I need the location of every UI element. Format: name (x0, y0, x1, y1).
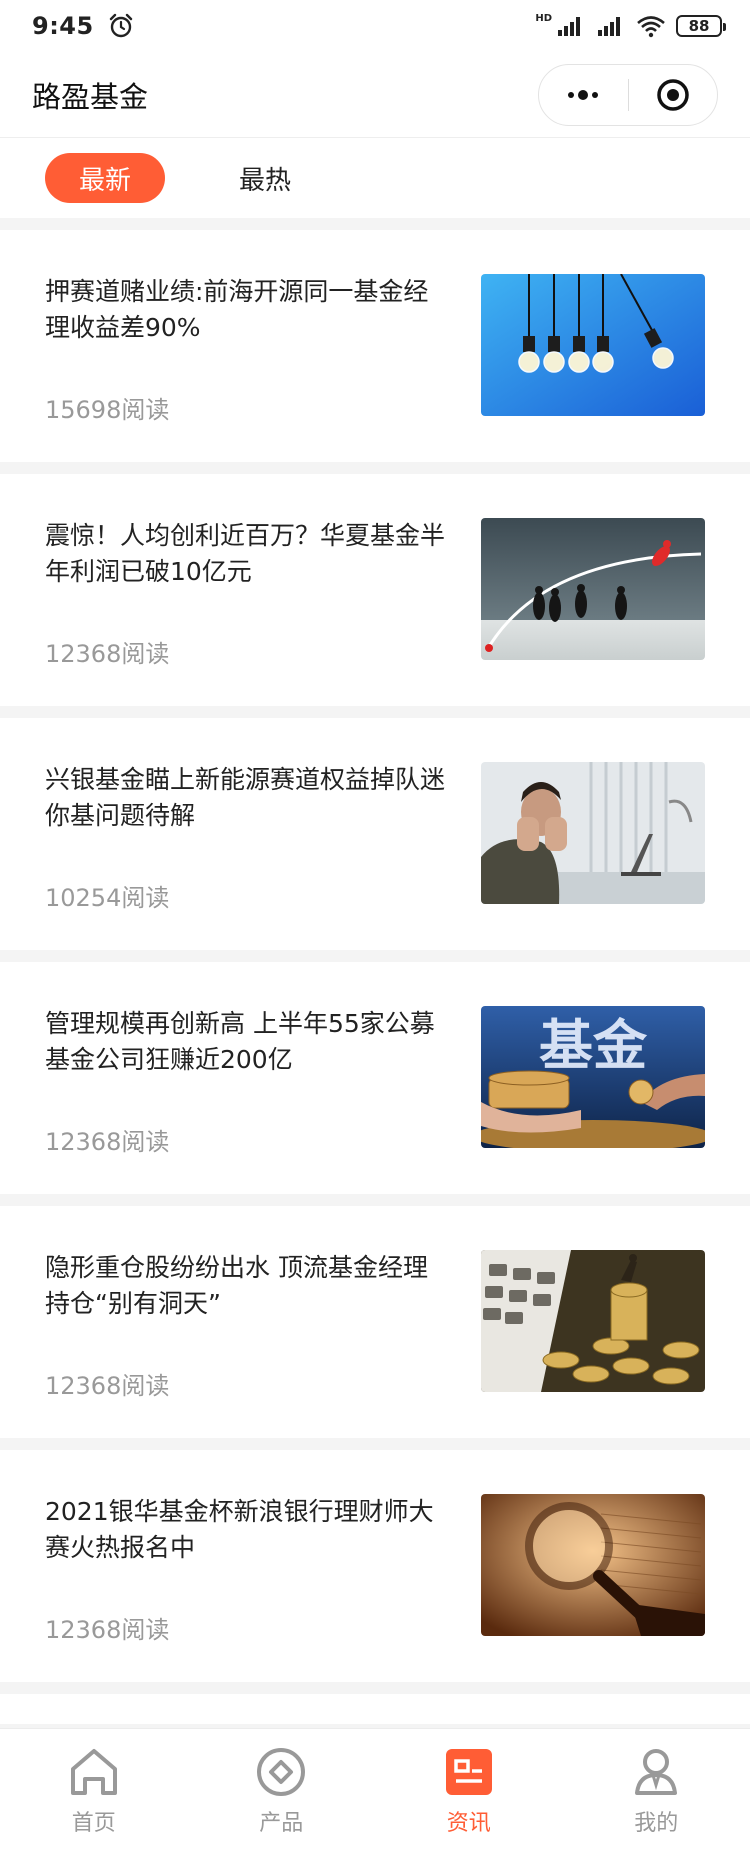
fund-coins-image: 基金 (481, 1006, 705, 1148)
bottom-tab-bar: 首页 产品 资讯 我的 (0, 1728, 750, 1850)
tabbar-item-product[interactable]: 产品 (188, 1729, 376, 1850)
signal-icon-secondary (598, 17, 620, 36)
product-icon (257, 1748, 306, 1796)
article-read-count: 12368阅读 (45, 1616, 170, 1644)
tabbar-item-profile[interactable]: 我的 (563, 1729, 750, 1850)
target-close-icon (657, 78, 689, 111)
status-indicators: HD 88 (535, 12, 726, 38)
article-title: 2021银华基金杯新浪银行理财师大赛火热报名中 (45, 1497, 434, 1562)
news-icon (445, 1749, 492, 1795)
close-miniprogram-button[interactable] (629, 65, 718, 125)
list-item-partial (0, 1694, 750, 1724)
category-tabs: 最新 最热 (0, 138, 750, 218)
article-title: 兴银基金瞄上新能源赛道权益掉队迷你基问题待解 (45, 765, 446, 830)
light-bulbs-image (481, 274, 705, 416)
list-item[interactable]: 兴银基金瞄上新能源赛道权益掉队迷你基问题待解 10254阅读 (0, 718, 750, 950)
more-dots-icon (568, 89, 599, 100)
article-text: 押赛道赌业绩:前海开源同一基金经理收益差90% 15698阅读 (45, 274, 481, 462)
tabbar-label: 首页 (71, 1811, 116, 1836)
more-button[interactable] (539, 65, 628, 125)
miniprogram-capsule (538, 63, 718, 126)
calculator-coins-image (481, 1250, 705, 1392)
network-type-label: HD (535, 12, 552, 24)
home-icon (70, 1749, 117, 1795)
tabbar-item-home[interactable]: 首页 (0, 1729, 188, 1850)
article-read-count: 12368阅读 (45, 1372, 170, 1400)
battery-icon: 88 (676, 15, 726, 37)
article-read-count: 12368阅读 (45, 1128, 170, 1156)
list-item[interactable]: 隐形重仓股纷纷出水 顶流基金经理持仓“别有洞天” 12368阅读 (0, 1206, 750, 1438)
stressed-man-image (481, 762, 705, 904)
profile-icon (635, 1749, 678, 1795)
tabbar-item-news[interactable]: 资讯 (375, 1729, 563, 1850)
article-title: 押赛道赌业绩:前海开源同一基金经理收益差90% (45, 277, 429, 342)
tab-hottest[interactable]: 最热 (205, 153, 325, 203)
list-item[interactable]: 震惊！人均创利近百万？华夏基金半年利润已破10亿元 12368阅读 (0, 474, 750, 706)
thumb-overlay-text: 基金 (539, 1014, 648, 1077)
tabbar-label: 产品 (259, 1811, 304, 1836)
article-read-count: 12368阅读 (45, 640, 170, 668)
list-item[interactable]: 押赛道赌业绩:前海开源同一基金经理收益差90% 15698阅读 (0, 230, 750, 462)
wifi-icon (637, 16, 665, 38)
battery-level: 88 (688, 17, 710, 35)
article-text: 2021银华基金杯新浪银行理财师大赛火热报名中 12368阅读 (45, 1494, 481, 1682)
signal-icon (558, 17, 580, 36)
magnifier-image (481, 1494, 705, 1636)
tab-latest[interactable]: 最新 (45, 153, 165, 203)
article-title: 管理规模再创新高 上半年55家公募基金公司狂赚近200亿 (45, 1009, 435, 1074)
status-time: 9:45 (32, 12, 94, 40)
business-race-image (481, 518, 705, 660)
list-item[interactable]: 管理规模再创新高 上半年55家公募基金公司狂赚近200亿 12368阅读 基金 (0, 962, 750, 1194)
list-item[interactable]: 2021银华基金杯新浪银行理财师大赛火热报名中 12368阅读 (0, 1450, 750, 1682)
nav-bar: 路盈基金 (0, 52, 750, 138)
article-text: 兴银基金瞄上新能源赛道权益掉队迷你基问题待解 10254阅读 (45, 762, 481, 950)
article-text: 震惊！人均创利近百万？华夏基金半年利润已破10亿元 12368阅读 (45, 518, 481, 706)
tabbar-label: 资讯 (446, 1811, 491, 1836)
tabbar-label: 我的 (634, 1811, 679, 1836)
article-title: 震惊！人均创利近百万？华夏基金半年利润已破10亿元 (45, 521, 446, 586)
page-title: 路盈基金 (32, 79, 149, 114)
article-title: 隐形重仓股纷纷出水 顶流基金经理持仓“别有洞天” (45, 1253, 428, 1318)
alarm-clock-icon (109, 13, 132, 38)
status-bar: 9:45 HD 88 (0, 0, 750, 52)
article-text: 管理规模再创新高 上半年55家公募基金公司狂赚近200亿 12368阅读 (45, 1006, 481, 1194)
article-list: 押赛道赌业绩:前海开源同一基金经理收益差90% 15698阅读 震惊！人均创利近… (0, 230, 750, 1724)
article-text: 隐形重仓股纷纷出水 顶流基金经理持仓“别有洞天” 12368阅读 (45, 1250, 481, 1438)
article-read-count: 15698阅读 (45, 396, 170, 424)
article-read-count: 10254阅读 (45, 884, 170, 912)
